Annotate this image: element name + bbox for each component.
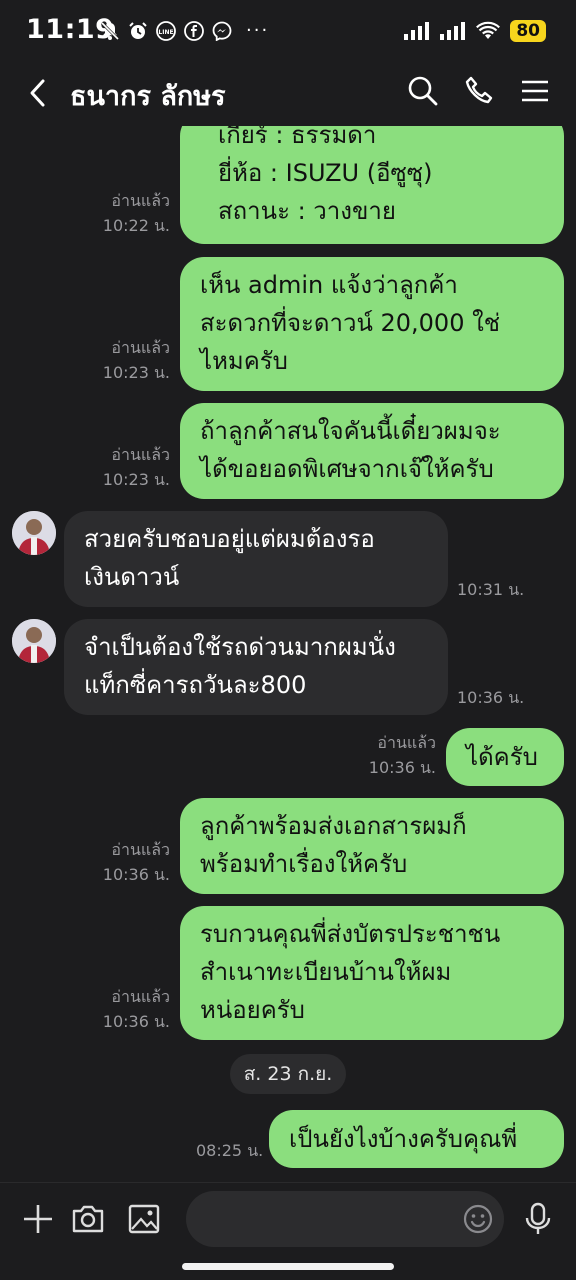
message-bubble-outgoing[interactable]: เกียร์ : ธรรมดา ยี่ห้อ : ISUZU (อีซูซุ) … [180,126,564,244]
message-text-line: แท็กซี่คารถวันละ800 [84,671,307,699]
read-receipt: อ่านแล้ว [111,840,170,859]
message-time: 10:36 น. [457,688,525,707]
message-input[interactable] [186,1191,504,1247]
message-time: 10:23 น. [102,363,170,382]
message-time: 10:36 น. [368,758,436,777]
message-meta: อ่านแล้ว 10:23 น. [103,335,170,385]
svg-text:LINE: LINE [158,29,173,36]
message-text-line: รบกวนคุณพี่ส่งบัตรประชาชน [200,920,501,948]
message-text-line: พร้อมทำเรื่องให้ครับ [200,850,408,878]
message-time: 10:22 น. [102,216,170,235]
microphone-icon[interactable] [520,1201,556,1237]
alarm-icon [129,21,147,39]
home-indicator[interactable] [182,1263,394,1270]
image-gallery-icon[interactable] [126,1201,162,1237]
avatar-photo [12,619,56,663]
message-meta: อ่านแล้ว 10:36 น. [103,984,170,1034]
read-receipt: อ่านแล้ว [111,191,170,210]
message-text-line: เห็น admin แจ้งว่าลูกค้า [200,271,458,299]
notification-icons: LINE ··· [100,20,269,41]
message-bubble-outgoing[interactable]: ถ้าลูกค้าสนใจคันนี้เดี๋ยวผมจะ ได้ขอยอดพิ… [180,403,564,499]
message-time: 10:36 น. [102,1012,170,1031]
message-text-line: สวยครับชอบอยู่แต่ผมต้องรอ [84,525,375,553]
message-text-line: หน่อยครับ [200,996,305,1024]
camera-icon[interactable] [70,1201,106,1237]
back-arrow-icon[interactable] [24,76,54,110]
date-separator: ส. 23 ก.ย. [230,1054,346,1094]
plus-icon[interactable] [20,1201,56,1237]
message-time: 10:23 น. [102,470,170,489]
contact-name[interactable]: ธนากร ลักษร [70,74,226,117]
message-time: 10:31 น. [457,580,525,599]
message-text-line: สะดวกที่จะดาวน์ 20,000 ใช่ [200,309,501,337]
message-text-line: เงินดาวน์ [84,563,180,591]
message-text-line: เป็นยังไงบ้างครับคุณพี่ [289,1125,518,1153]
battery-indicator: 80 [510,20,546,42]
more-notifications-indicator: ··· [246,20,270,41]
read-receipt: อ่านแล้ว [111,987,170,1006]
signal-icon [404,22,430,40]
message-meta: อ่านแล้ว 10:22 น. [103,188,170,238]
read-receipt: อ่านแล้ว [111,445,170,464]
message-bubble-incoming[interactable]: จำเป็นต้องใช้รถด่วนมากผมนั่ง แท็กซี่คารถ… [64,619,448,715]
message-meta: อ่านแล้ว 10:36 น. [369,730,436,780]
chat-header: ธนากร ลักษร [0,64,576,126]
message-text-line: ยี่ห้อ : ISUZU (อีซูซุ) [218,159,433,187]
message-bubble-incoming[interactable]: สวยครับชอบอยู่แต่ผมต้องรอ เงินดาวน์ [64,511,448,607]
message-meta: อ่านแล้ว 10:36 น. [103,837,170,887]
search-icon[interactable] [406,74,440,108]
read-receipt: อ่านแล้ว [111,338,170,357]
message-bubble-outgoing[interactable]: เห็น admin แจ้งว่าลูกค้า สะดวกที่จะดาวน์… [180,257,564,391]
read-receipt: อ่านแล้ว [377,733,436,752]
line-app-icon: LINE [156,20,176,41]
message-time: 10:36 น. [102,865,170,884]
messenger-icon [212,21,232,41]
emoji-icon[interactable] [462,1203,494,1235]
message-text-line: จำเป็นต้องใช้รถด่วนมากผมนั่ง [84,633,396,661]
contact-avatar[interactable] [12,619,56,663]
menu-icon[interactable] [518,74,552,108]
system-indicators: 80 [404,20,546,42]
message-bubble-outgoing[interactable]: ลูกค้าพร้อมส่งเอกสารผมก็ พร้อมทำเรื่องให… [180,798,564,894]
phone-call-icon[interactable] [462,74,496,108]
avatar-photo [12,511,56,555]
status-bar: 11:19 LINE ··· 80 [0,0,576,64]
muted-bell-icon [100,21,120,40]
message-text-line: ถ้าลูกค้าสนใจคันนี้เดี๋ยวผมจะ [200,417,501,445]
message-text-line: สำเนาทะเบียนบ้านให้ผม [200,958,452,986]
message-text-line: ไหมครับ [200,347,288,375]
message-text-line: ได้ครับ [466,743,538,771]
message-bubble-outgoing[interactable]: ได้ครับ [446,728,564,786]
message-text-line: ลูกค้าพร้อมส่งเอกสารผมก็ [200,812,467,840]
message-meta: อ่านแล้ว 10:23 น. [103,442,170,492]
message-bubble-outgoing[interactable]: เป็นยังไงบ้างครับคุณพี่ [269,1110,564,1168]
facebook-icon [184,20,204,41]
wifi-icon [476,21,501,39]
message-bubble-outgoing[interactable]: รบกวนคุณพี่ส่งบัตรประชาชน สำเนาทะเบียนบ้… [180,906,564,1040]
message-list[interactable]: เกียร์ : ธรรมดา ยี่ห้อ : ISUZU (อีซูซุ) … [0,126,576,1182]
message-text-line: ได้ขอยอดพิเศษจากเจ๊ให้ครับ [200,455,494,483]
contact-avatar[interactable] [12,511,56,555]
signal-icon-2 [440,22,466,40]
message-text-line: สถานะ : วางขาย [218,197,396,225]
message-time: 08:25 น. [196,1141,264,1160]
message-text-line: เกียร์ : ธรรมดา [218,126,377,149]
